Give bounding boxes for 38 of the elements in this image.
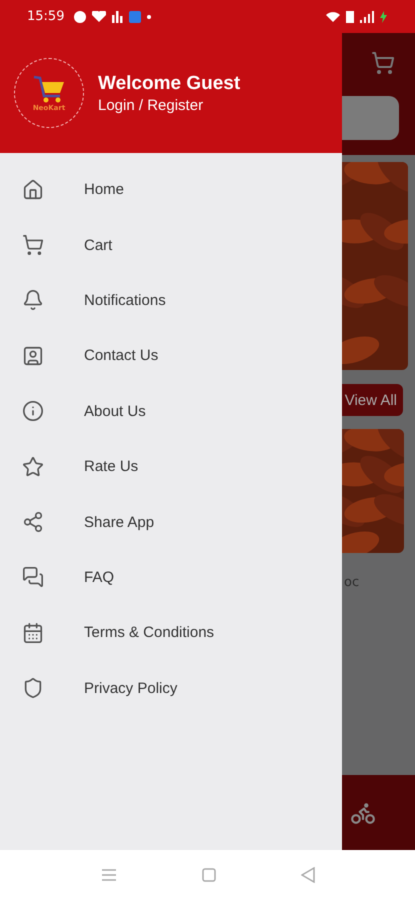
cart-icon xyxy=(32,74,66,104)
dot-icon xyxy=(147,14,152,18)
menu-item-icon xyxy=(22,566,44,588)
menu-item[interactable]: Share App xyxy=(0,494,342,550)
menu-item-icon xyxy=(22,234,44,256)
menu-item-icon xyxy=(22,677,44,700)
menu-item[interactable]: Rate Us xyxy=(0,438,342,494)
menu-item[interactable]: Contact Us xyxy=(0,328,342,384)
menu-item[interactable]: About Us xyxy=(0,384,342,439)
menu-item-icon xyxy=(22,178,44,201)
cart-icon xyxy=(371,51,395,75)
product-name: oc xyxy=(344,575,360,590)
menu-item[interactable]: Privacy Policy xyxy=(0,660,342,716)
sim-icon xyxy=(346,10,354,22)
menu-item-icon xyxy=(22,456,44,478)
heart-icon xyxy=(92,11,106,22)
status-time: 15:59 xyxy=(27,9,64,24)
menu-item[interactable]: Notifications xyxy=(0,272,342,328)
app-icon xyxy=(129,10,142,22)
menu-item-icon xyxy=(22,400,44,422)
bar-chart-icon xyxy=(112,10,124,22)
charging-icon xyxy=(380,10,387,22)
menu-icon[interactable] xyxy=(100,868,116,882)
back-icon[interactable] xyxy=(300,867,314,883)
wifi-icon xyxy=(326,12,340,22)
menu-item[interactable]: Terms & Conditions xyxy=(0,605,342,661)
menu-item-icon xyxy=(22,622,44,644)
home-icon[interactable] xyxy=(202,868,216,882)
menu-item-icon xyxy=(22,289,44,312)
welcome-title: Welcome Guest xyxy=(98,72,240,94)
login-register-link[interactable]: Login / Register xyxy=(98,96,240,114)
signal-icon xyxy=(360,10,374,22)
menu-item[interactable]: FAQ xyxy=(0,550,342,606)
menu-item-icon xyxy=(22,511,44,534)
menu-item[interactable]: Home xyxy=(0,162,342,218)
menu-item[interactable]: Cart xyxy=(0,217,342,273)
view-all-button[interactable]: View All xyxy=(342,384,403,416)
menu-item-icon xyxy=(22,344,44,367)
